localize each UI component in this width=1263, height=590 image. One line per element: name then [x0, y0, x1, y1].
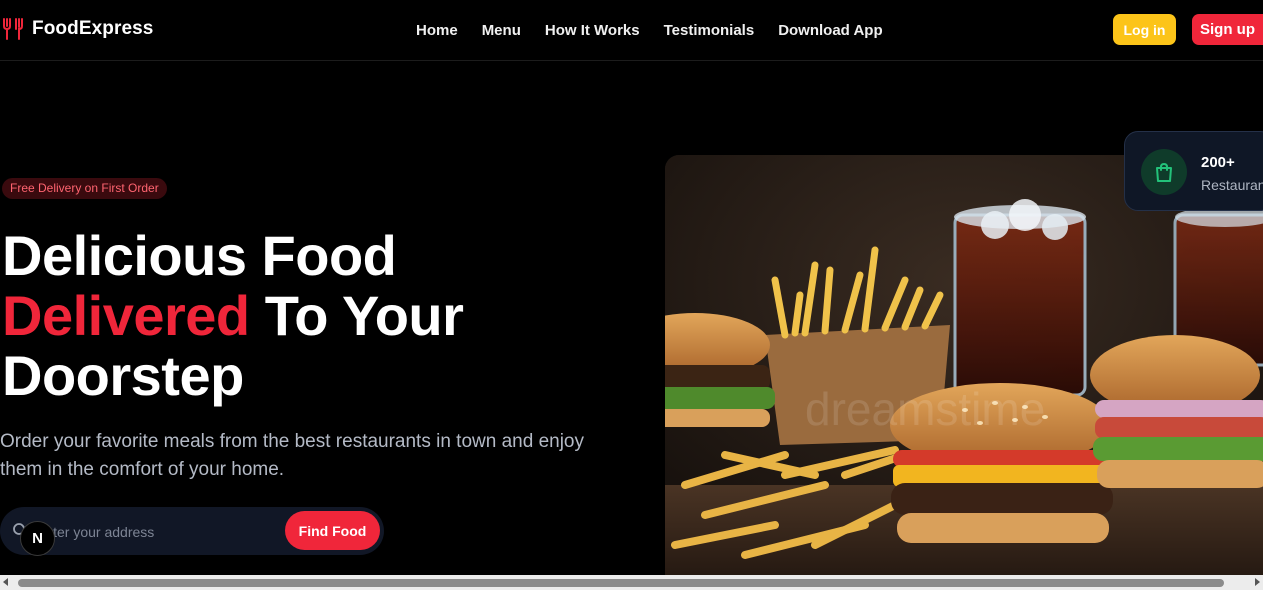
restaurants-stat-card: 200+ Restaurants: [1124, 131, 1263, 211]
stat-label: Restaurants: [1201, 177, 1263, 193]
promo-badge: Free Delivery on First Order: [2, 178, 167, 199]
stat-value: 200+: [1201, 154, 1235, 171]
main-nav: Home Menu How It Works Testimonials Down…: [416, 22, 907, 39]
page: FoodExpress Home Menu How It Works Testi…: [0, 0, 1263, 590]
login-button[interactable]: Log in: [1113, 14, 1176, 45]
address-search-bar: Find Food: [0, 507, 384, 555]
nav-link-menu[interactable]: Menu: [482, 22, 521, 39]
navbar: FoodExpress Home Menu How It Works Testi…: [0, 0, 1263, 61]
scroll-right-arrow-icon[interactable]: [1255, 578, 1260, 586]
hero-subtext: Order your favorite meals from the best …: [0, 431, 584, 480]
hero-food-image: dreamstime: [665, 155, 1263, 580]
brand-name: FoodExpress: [32, 18, 154, 39]
address-input[interactable]: [34, 521, 278, 543]
headline-accent: Delivered: [2, 284, 250, 347]
shopping-bag-icon: [1141, 149, 1187, 195]
brand-logo[interactable]: FoodExpress: [2, 17, 153, 41]
utensils-icon: [2, 17, 24, 41]
scrollbar-thumb[interactable]: [18, 579, 1224, 587]
horizontal-scrollbar[interactable]: [0, 575, 1263, 590]
watermark-text: dreamstime: [805, 383, 1045, 435]
scroll-left-arrow-icon[interactable]: [3, 578, 8, 586]
find-food-button[interactable]: Find Food: [285, 511, 380, 550]
headline-line-1: Delicious Food: [2, 224, 397, 287]
nav-link-testimonials[interactable]: Testimonials: [664, 22, 755, 39]
nav-link-home[interactable]: Home: [416, 22, 458, 39]
dev-tools-badge[interactable]: N: [20, 521, 55, 556]
signup-button[interactable]: Sign up: [1192, 14, 1263, 45]
headline-line-3: Doorstep: [2, 344, 244, 407]
nav-link-download-app[interactable]: Download App: [778, 22, 882, 39]
hero-headline: Delicious Food Delivered To Your Doorste…: [2, 224, 464, 407]
nav-link-how-it-works[interactable]: How It Works: [545, 22, 640, 39]
headline-line-2: To Your: [249, 284, 464, 347]
burger-fries-illustration: dreamstime: [665, 155, 1263, 580]
